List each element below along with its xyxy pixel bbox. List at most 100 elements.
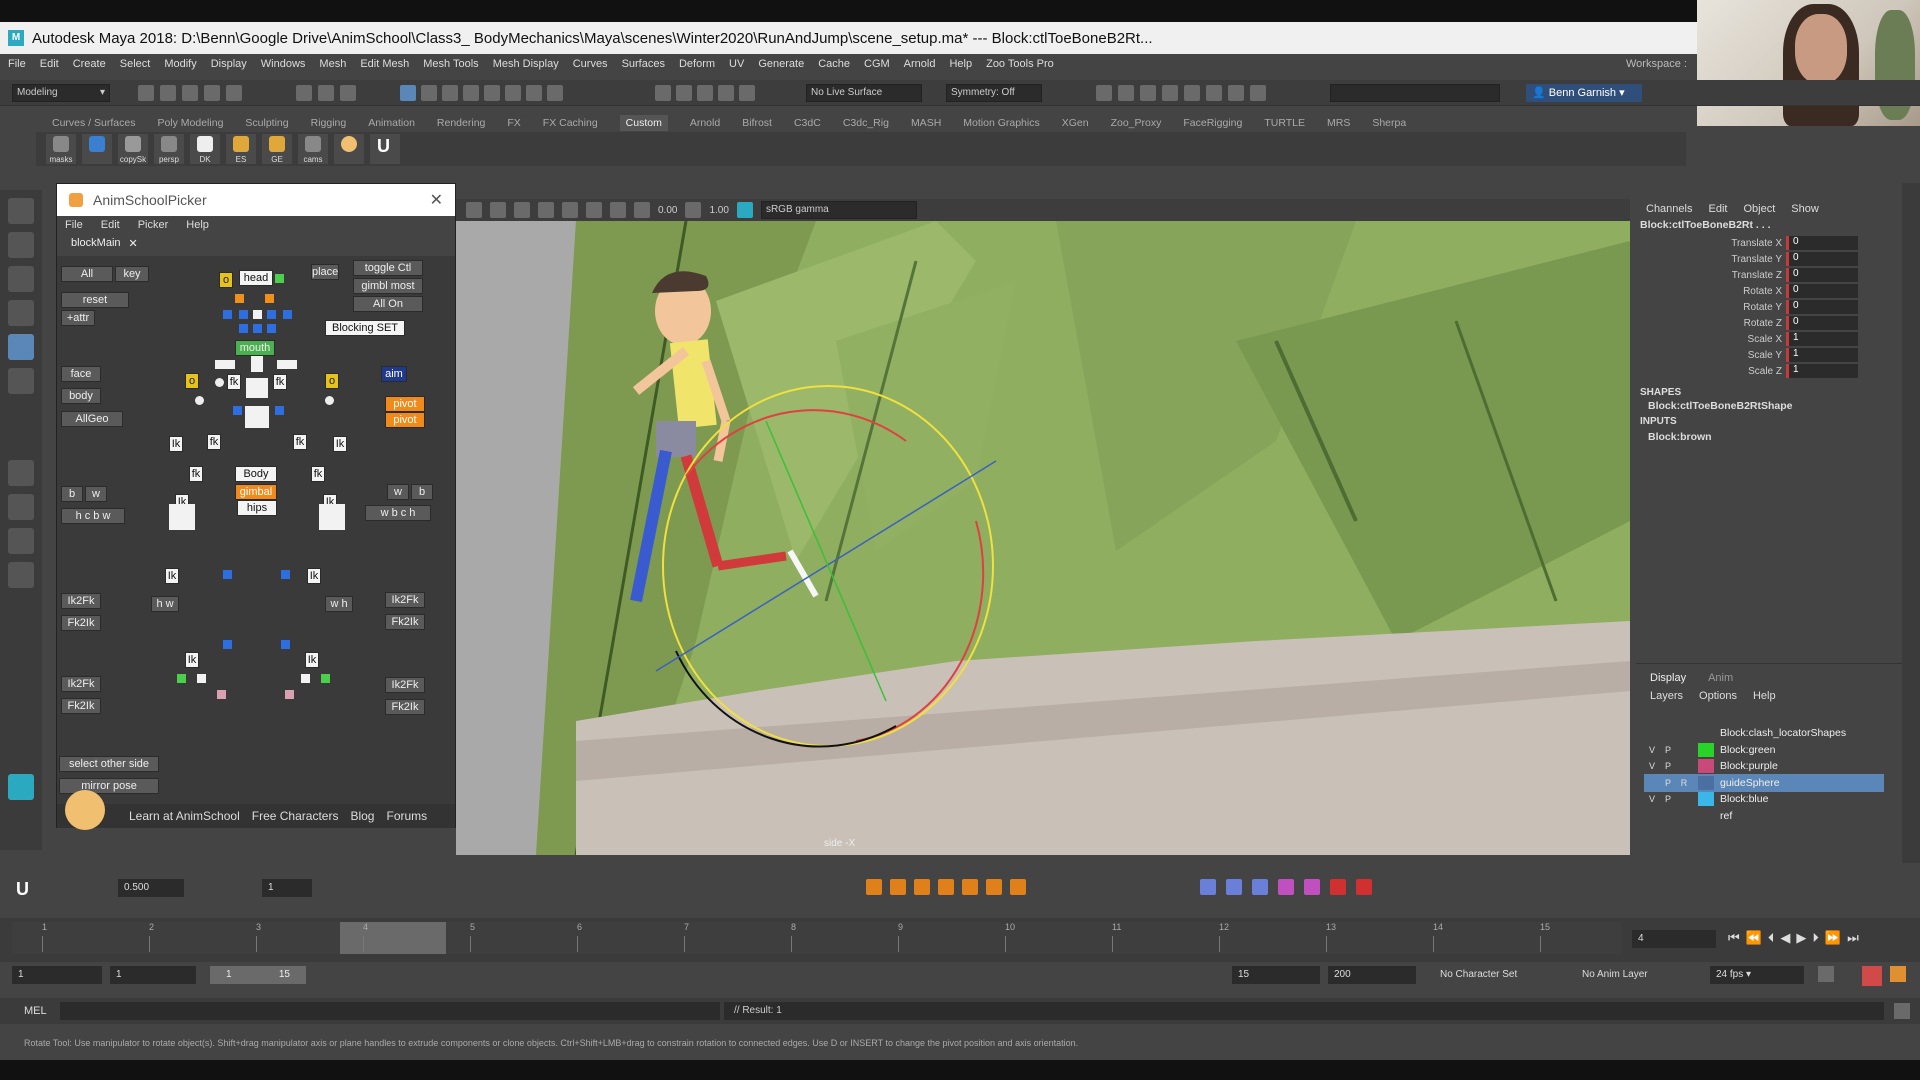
snap-surface-icon[interactable] xyxy=(526,85,542,101)
mouth-button[interactable]: mouth xyxy=(235,340,275,356)
ik-foot-l-button[interactable]: Ik xyxy=(185,652,199,668)
shelf-button-dk[interactable]: DK xyxy=(190,134,220,164)
tangent-plateau-icon[interactable] xyxy=(1010,879,1026,895)
preferences-icon[interactable] xyxy=(1890,966,1906,982)
3d-viewport[interactable] xyxy=(456,221,1630,855)
close-icon[interactable]: ✕ xyxy=(129,237,138,250)
forums-link[interactable]: Forums xyxy=(386,809,427,823)
shelf-button-persp[interactable]: persp xyxy=(154,134,184,164)
learn-link[interactable]: Learn at AnimSchool xyxy=(129,809,240,823)
spine-l-control[interactable] xyxy=(233,406,242,415)
ik-leg-r-button[interactable]: Ik xyxy=(307,568,321,584)
close-icon[interactable]: ✕ xyxy=(430,190,443,210)
face-button[interactable]: face xyxy=(61,366,101,382)
step-forward-icon[interactable]: ⏩ xyxy=(1825,930,1841,946)
redo-icon[interactable] xyxy=(226,85,242,101)
eye-control-l[interactable] xyxy=(235,294,244,303)
menu-edit-mesh[interactable]: Edit Mesh xyxy=(360,58,409,70)
menu-windows[interactable]: Windows xyxy=(261,58,306,70)
layer-row[interactable]: V P Block:green xyxy=(1644,741,1884,759)
shelf-button-cams[interactable]: cams xyxy=(298,134,328,164)
shelf-tab-fx[interactable]: FX xyxy=(507,117,520,129)
render-icon[interactable] xyxy=(1118,85,1134,101)
hypershade-icon[interactable] xyxy=(1184,85,1200,101)
select-hierarchy-icon[interactable] xyxy=(296,85,312,101)
trax-icon[interactable] xyxy=(1252,879,1268,895)
snap-together-icon[interactable] xyxy=(697,85,713,101)
pause-icon[interactable] xyxy=(1250,85,1266,101)
channel-row[interactable]: Rotate Z 0 xyxy=(1636,315,1902,331)
bookmark-icon[interactable] xyxy=(1304,879,1320,895)
shelf-button-copysk[interactable]: copySk xyxy=(118,134,148,164)
w-button[interactable]: w xyxy=(85,486,107,502)
head-button[interactable]: head xyxy=(239,270,273,286)
tangent-clamped-icon[interactable] xyxy=(914,879,930,895)
scale-tool-icon[interactable] xyxy=(8,368,34,394)
arm-pole-l[interactable] xyxy=(195,396,204,405)
play-forward-icon[interactable]: ▶ xyxy=(1796,930,1806,946)
layer-color-swatch[interactable] xyxy=(1698,792,1714,806)
shelf-tab-animation[interactable]: Animation xyxy=(368,117,415,129)
display-layers-tab[interactable]: Display xyxy=(1650,672,1686,684)
exposure-value[interactable]: 0.00 xyxy=(658,205,677,216)
menu-mesh[interactable]: Mesh xyxy=(319,58,346,70)
shelf-tab-c3dc-rig[interactable]: C3dc_Rig xyxy=(843,117,889,129)
fk2ik-right-leg-button[interactable]: Fk2Ik xyxy=(385,699,425,715)
menu-help[interactable]: Help xyxy=(949,58,972,70)
make-live-icon[interactable] xyxy=(718,85,734,101)
save-scene-icon[interactable] xyxy=(182,85,198,101)
channel-row[interactable]: Scale X 1 xyxy=(1636,331,1902,347)
tangent-spline-icon[interactable] xyxy=(866,879,882,895)
gimbl-most-button[interactable]: gimbl most xyxy=(353,278,423,294)
tangent-step-icon[interactable] xyxy=(938,879,954,895)
lasso-tool-icon[interactable] xyxy=(8,232,34,258)
hud-icon[interactable] xyxy=(586,202,602,218)
chest-control[interactable] xyxy=(246,378,268,398)
layer-row[interactable]: Block:clash_locatorShapes xyxy=(1644,724,1884,742)
menu-cgm[interactable]: CGM xyxy=(864,58,890,70)
channels-menu[interactable]: Channels xyxy=(1646,203,1692,215)
snap-point-icon[interactable] xyxy=(484,85,500,101)
render-settings-icon[interactable] xyxy=(1162,85,1178,101)
channel-row[interactable]: Scale Z 1 xyxy=(1636,363,1902,379)
menu-file[interactable]: File xyxy=(8,58,26,70)
edit-menu[interactable]: Edit xyxy=(1708,203,1727,215)
arnold-icon[interactable] xyxy=(1228,85,1244,101)
shelf-tab-sculpting[interactable]: Sculpting xyxy=(245,117,288,129)
ik2fk-left-arm-button[interactable]: Ik2Fk xyxy=(61,593,101,609)
exposure-icon[interactable] xyxy=(634,202,650,218)
shoulder-o-r[interactable]: o xyxy=(325,373,339,389)
scene-end-field[interactable]: 200 xyxy=(1328,966,1416,984)
pose-icon[interactable] xyxy=(1278,879,1294,895)
shelf-button-animschool[interactable] xyxy=(334,134,364,164)
channel-value[interactable]: 0 xyxy=(1786,300,1858,314)
record-icon[interactable] xyxy=(1330,879,1346,895)
layer-row[interactable]: ref xyxy=(1644,807,1884,825)
go-to-start-icon[interactable]: ⏮ xyxy=(1728,930,1740,946)
command-input[interactable] xyxy=(60,1002,720,1020)
shelf-button-es[interactable]: ES xyxy=(226,134,256,164)
foot-r-green[interactable] xyxy=(321,674,330,683)
layer-r-toggle[interactable]: R xyxy=(1676,778,1692,788)
object-menu[interactable]: Object xyxy=(1743,203,1775,215)
shelf-tab-mrs[interactable]: MRS xyxy=(1327,117,1350,129)
script-editor-icon[interactable] xyxy=(1894,1003,1910,1019)
shelf-button-u[interactable]: U xyxy=(370,134,400,164)
fk-arm-r-button[interactable]: fk xyxy=(273,374,287,390)
toggle-ctl-button[interactable]: toggle Ctl xyxy=(353,260,423,276)
channel-row[interactable]: Translate X 0 xyxy=(1636,235,1902,251)
prev-key-icon[interactable]: ⏴ xyxy=(1768,930,1775,946)
menu-edit[interactable]: Edit xyxy=(40,58,59,70)
channel-value[interactable]: 0 xyxy=(1786,316,1858,330)
channel-value[interactable]: 0 xyxy=(1786,252,1858,266)
menu-generate[interactable]: Generate xyxy=(758,58,804,70)
menu-mesh-display[interactable]: Mesh Display xyxy=(493,58,559,70)
channel-row[interactable]: Rotate Y 0 xyxy=(1636,299,1902,315)
spine-control[interactable] xyxy=(245,406,269,428)
toe-r-pink[interactable] xyxy=(285,690,294,699)
ik-arm-r-button[interactable]: Ik xyxy=(333,436,347,452)
channel-row[interactable]: Translate Z 0 xyxy=(1636,267,1902,283)
hips-button[interactable]: hips xyxy=(237,500,277,516)
auto-key-icon[interactable] xyxy=(1862,966,1882,986)
fk2ik-right-arm-button[interactable]: Fk2Ik xyxy=(385,614,425,630)
